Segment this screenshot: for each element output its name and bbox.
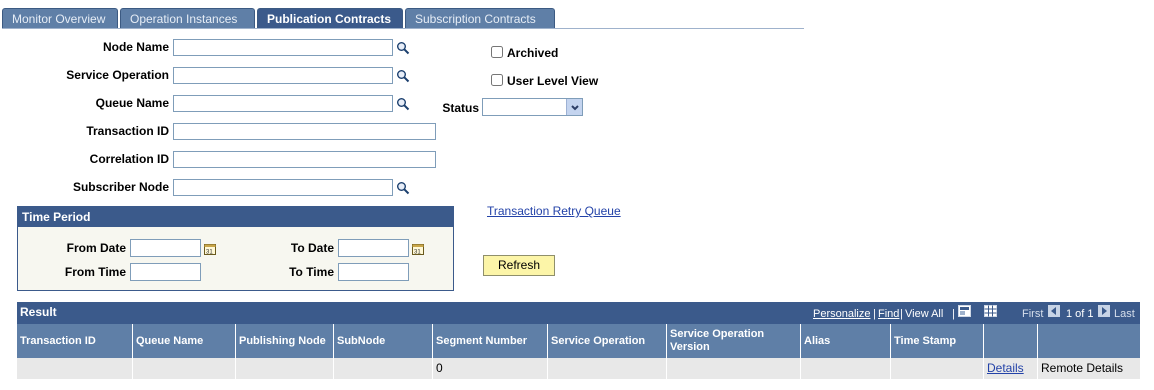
from-date-label: From Date [66,241,126,255]
result-title: Result [20,305,57,319]
tab-publication-contracts[interactable]: Publication Contracts [257,8,403,29]
correlation-id-input[interactable] [173,151,436,168]
first-label: First [1022,308,1044,320]
cell-publishing-node [236,358,334,379]
column-header-segment-number[interactable]: Segment Number [433,324,548,358]
node-name-lookup-icon[interactable] [396,41,410,55]
archived-label: Archived [507,46,559,60]
nav-separator: | [900,308,903,320]
cell-segment-number: 0 [433,358,548,379]
previous-arrow-icon[interactable] [1048,305,1060,317]
status-dropdown-button[interactable] [566,99,582,115]
column-header-remote-details [1038,324,1140,358]
service-operation-label: Service Operation [66,68,169,82]
to-time-input[interactable] [338,263,409,281]
cell-service-operation-version [667,358,801,379]
column-header-service-operation-version[interactable]: Service Operation Version [667,324,801,358]
cell-details: Details [984,358,1038,379]
column-header-transaction-id[interactable]: Transaction ID [17,324,133,358]
result-column-headers: Transaction ID Queue Name Publishing Nod… [17,324,1140,358]
to-date-input[interactable] [338,239,409,257]
cell-transaction-id [17,358,133,379]
cell-subnode [334,358,433,379]
node-name-input[interactable] [173,39,393,56]
subscriber-node-lookup-icon[interactable] [396,181,410,195]
to-time-label: To Time [289,265,334,279]
to-date-label: To Date [290,241,334,255]
cell-alias [801,358,891,379]
cell-time-stamp [891,358,984,379]
svg-text:31: 31 [206,250,213,256]
column-header-alias[interactable]: Alias [801,324,891,358]
personalize-link[interactable]: Personalize [813,308,870,320]
time-period-title: Time Period [18,207,453,227]
user-level-view-checkbox[interactable] [491,74,503,86]
zoom-icon[interactable] [958,305,971,317]
queue-name-input[interactable] [173,95,393,112]
column-header-subnode[interactable]: SubNode [334,324,433,358]
transaction-retry-queue-link[interactable]: Transaction Retry Queue [487,204,621,218]
from-time-input[interactable] [130,263,201,281]
column-header-service-operation[interactable]: Service Operation [548,324,667,358]
cell-service-operation [548,358,667,379]
download-grid-icon[interactable] [984,305,997,317]
archived-checkbox[interactable] [491,46,503,58]
transaction-id-input[interactable] [173,123,436,140]
correlation-id-label: Correlation ID [89,152,169,166]
details-link[interactable]: Details [987,361,1024,375]
transaction-id-label: Transaction ID [86,124,169,138]
column-header-publishing-node[interactable]: Publishing Node [236,324,334,358]
page-info: 1 of 1 [1066,308,1094,320]
from-time-label: From Time [64,265,126,279]
svg-text:31: 31 [414,250,421,256]
subscriber-node-input[interactable] [173,179,393,196]
column-header-details [984,324,1038,358]
status-label: Status [442,101,479,115]
refresh-button[interactable]: Refresh [483,255,555,276]
queue-name-label: Queue Name [95,96,169,110]
from-date-input[interactable] [130,239,201,257]
calendar-icon[interactable]: 31 [412,243,424,255]
tab-monitor-overview[interactable]: Monitor Overview [2,8,118,29]
cell-remote-details: Remote Details [1041,361,1124,375]
nav-separator: | [952,308,955,320]
view-all-text: View All [905,308,944,320]
find-link[interactable]: Find [878,308,899,320]
service-operation-input[interactable] [173,67,393,84]
service-operation-lookup-icon[interactable] [396,69,410,83]
node-name-label: Node Name [102,40,169,54]
cell-queue-name [133,358,236,379]
nav-separator: | [873,308,876,320]
status-select[interactable] [482,98,583,116]
last-label: Last [1114,308,1135,320]
table-row: 0 Details Remote Details [17,358,1140,379]
column-header-time-stamp[interactable]: Time Stamp [891,324,984,358]
column-header-queue-name[interactable]: Queue Name [133,324,236,358]
calendar-icon[interactable]: 31 [204,243,216,255]
result-grid-header: Result Personalize | Find | View All | F… [17,302,1140,324]
next-arrow-icon[interactable] [1098,305,1110,317]
chevron-down-icon [571,105,579,111]
user-level-view-label: User Level View [507,74,599,88]
queue-name-lookup-icon[interactable] [396,97,410,111]
tab-underline [2,28,804,29]
subscriber-node-label: Subscriber Node [72,180,169,194]
tab-subscription-contracts[interactable]: Subscription Contracts [405,8,555,29]
tab-operation-instances[interactable]: Operation Instances [120,8,255,29]
